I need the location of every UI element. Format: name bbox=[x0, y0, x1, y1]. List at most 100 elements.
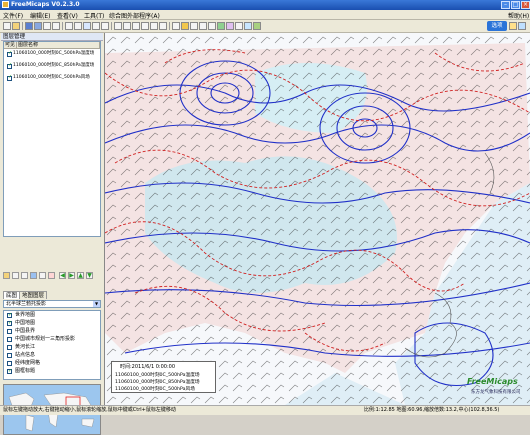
palette-icon[interactable] bbox=[226, 22, 234, 30]
menu-external[interactable]: 外部程序(A) bbox=[127, 11, 160, 20]
menu-bar: 文件(F) 编辑(E) 查看(V) 工具(T) 综合图 外部程序(A) 帮助(H… bbox=[0, 10, 530, 20]
first-icon[interactable] bbox=[132, 22, 140, 30]
full-extent-icon[interactable] bbox=[92, 22, 100, 30]
line-icon[interactable] bbox=[199, 22, 207, 30]
map-legend[interactable]: 时间:2011/6/1 0:00:00 11060100_000时刻0C_500… bbox=[111, 361, 216, 393]
layer-checkbox[interactable] bbox=[7, 368, 12, 374]
basemap-layer-list: 世界地图 中国地图 中国县界 中国城市规划一三角形投影 黄河长江 站点信息 经纬… bbox=[3, 310, 101, 380]
column-header-visible[interactable]: 可见 bbox=[4, 42, 17, 49]
legend-item: 11060100_000时刻0C_500hPa风场 bbox=[115, 387, 195, 392]
logo-subtitle: 东方龙气象科技有限公司 bbox=[471, 390, 521, 395]
toolbar-separator bbox=[111, 22, 112, 30]
user-icon[interactable] bbox=[509, 22, 517, 30]
projection-select[interactable]: 北半球兰勃托投影 ▼ bbox=[3, 300, 101, 308]
menu-file[interactable]: 文件(F) bbox=[3, 11, 23, 20]
save-icon[interactable] bbox=[25, 22, 33, 30]
stop-icon[interactable] bbox=[159, 22, 167, 30]
status-hint: 鼠标左键拖动放大,右键拖动缩小,鼠标滚轮缩放,鼠标中键或Ctrl+鼠标左键移动 bbox=[3, 407, 176, 413]
layer-checkbox[interactable] bbox=[7, 337, 12, 342]
table-icon[interactable] bbox=[39, 272, 46, 279]
layer-checkbox[interactable] bbox=[7, 361, 12, 366]
window-title: FreeMicaps V0.2.3.0 bbox=[11, 1, 80, 8]
print-icon[interactable] bbox=[52, 22, 60, 30]
layer-table: 可见 图层名称 11060100_000时刻0C_500hPa温度场 11060… bbox=[3, 41, 101, 237]
open-icon[interactable] bbox=[12, 22, 20, 30]
info-icon[interactable] bbox=[518, 22, 526, 30]
close-button[interactable]: × bbox=[521, 1, 530, 9]
layer-label: 中国地图 bbox=[15, 320, 36, 326]
layer-checkbox[interactable] bbox=[7, 320, 12, 326]
pan-icon[interactable] bbox=[83, 22, 91, 30]
layer-name: 11060100_000时刻0C_500hPa风场 bbox=[13, 75, 90, 80]
new-icon[interactable] bbox=[3, 22, 11, 30]
menu-help[interactable]: 帮助(H) bbox=[508, 11, 529, 20]
layer-label: 黄河长江 bbox=[15, 344, 36, 350]
add-layer-icon[interactable] bbox=[12, 272, 19, 279]
map-canvas[interactable]: FreeMicaps 东方龙气象科技有限公司 bbox=[105, 33, 530, 405]
open-layer-icon[interactable] bbox=[3, 272, 10, 279]
layer-name: 11060100_000时刻0C_500hPa温度场 bbox=[13, 51, 95, 56]
table-row[interactable]: 11060100_000时刻0C_850hPa温度场 bbox=[4, 63, 100, 73]
layer-label: 图框标题 bbox=[15, 368, 36, 374]
arrow-up-icon[interactable]: ▲ bbox=[77, 272, 84, 279]
tab-basemap[interactable]: 底图 bbox=[3, 291, 21, 299]
arrow-left-icon[interactable]: ◀ bbox=[59, 272, 66, 279]
refresh-icon[interactable] bbox=[101, 22, 109, 30]
play-icon[interactable] bbox=[150, 22, 158, 30]
measure-icon[interactable] bbox=[172, 22, 180, 30]
layer-label: 世界地图 bbox=[15, 312, 36, 318]
grid-icon[interactable] bbox=[43, 22, 51, 30]
maximize-button[interactable]: □ bbox=[511, 1, 520, 9]
visible-checkbox[interactable] bbox=[7, 63, 12, 69]
chart-icon[interactable] bbox=[217, 22, 225, 30]
logo-text: FreeMicaps bbox=[467, 377, 518, 386]
layout-icon[interactable] bbox=[34, 22, 42, 30]
layer-checkbox[interactable] bbox=[7, 329, 12, 334]
layer-label: 中国城市规划一三角形投影 bbox=[15, 336, 76, 342]
table-row[interactable]: 11060100_000时刻0C_500hPa温度场 bbox=[4, 51, 100, 61]
toolbar-separator bbox=[22, 22, 23, 30]
layer-panel-title: 图层管理 bbox=[1, 33, 103, 41]
column-header-name[interactable]: 图层名称 bbox=[17, 42, 100, 49]
visible-checkbox[interactable] bbox=[7, 75, 12, 81]
toolbar: 选项 bbox=[0, 20, 530, 33]
app-icon bbox=[2, 1, 9, 8]
tab-map-layers[interactable]: 地图图层 bbox=[19, 291, 48, 299]
menu-composite[interactable]: 综合图 bbox=[109, 11, 127, 20]
menu-tools[interactable]: 工具(T) bbox=[84, 11, 104, 20]
table-row[interactable]: 11060100_000时刻0C_500hPa风场 bbox=[4, 75, 100, 85]
legend-item: 11060100_000时刻0C_850hPa温度场 bbox=[115, 380, 200, 385]
properties-icon[interactable] bbox=[30, 272, 37, 279]
last-icon[interactable] bbox=[141, 22, 149, 30]
menu-view[interactable]: 查看(V) bbox=[57, 11, 78, 20]
legend-time: 时间:2011/6/1 0:00:00 bbox=[120, 364, 176, 370]
settings-icon[interactable] bbox=[235, 22, 243, 30]
layer-label: 经纬度网格 bbox=[15, 360, 41, 366]
next-icon[interactable] bbox=[123, 22, 131, 30]
visible-checkbox[interactable] bbox=[7, 51, 12, 57]
options-button[interactable]: 选项 bbox=[487, 21, 507, 31]
zoom-in-icon[interactable] bbox=[65, 22, 73, 30]
layer-label: 站点信息 bbox=[15, 352, 36, 358]
arrow-down-icon[interactable]: ▼ bbox=[86, 272, 93, 279]
help-icon[interactable] bbox=[244, 22, 252, 30]
layer-checkbox[interactable] bbox=[7, 345, 12, 350]
chevron-down-icon[interactable]: ▼ bbox=[93, 301, 100, 307]
menu-edit[interactable]: 编辑(E) bbox=[30, 11, 50, 20]
layer-checkbox[interactable] bbox=[7, 312, 12, 318]
previous-icon[interactable] bbox=[114, 22, 122, 30]
satellite-icon[interactable] bbox=[253, 22, 261, 30]
shape-icon[interactable] bbox=[208, 22, 216, 30]
save-layer-icon[interactable] bbox=[21, 272, 28, 279]
pencil-icon[interactable] bbox=[181, 22, 189, 30]
text-icon[interactable] bbox=[190, 22, 198, 30]
layer-name: 11060100_000时刻0C_850hPa温度场 bbox=[13, 63, 95, 68]
weather-map bbox=[105, 33, 530, 405]
arrow-right-icon[interactable]: ▶ bbox=[68, 272, 75, 279]
zoom-out-icon[interactable] bbox=[74, 22, 82, 30]
freemicaps-logo: FreeMicaps 东方龙气象科技有限公司 bbox=[467, 377, 527, 399]
minimize-button[interactable]: – bbox=[501, 1, 510, 9]
remove-layer-icon[interactable] bbox=[48, 272, 55, 279]
status-coordinates: 比例:1:12.85 地图:60.96,缩放倍数:13.2,中心(102.8,3… bbox=[364, 407, 500, 413]
layer-checkbox[interactable] bbox=[7, 353, 12, 358]
